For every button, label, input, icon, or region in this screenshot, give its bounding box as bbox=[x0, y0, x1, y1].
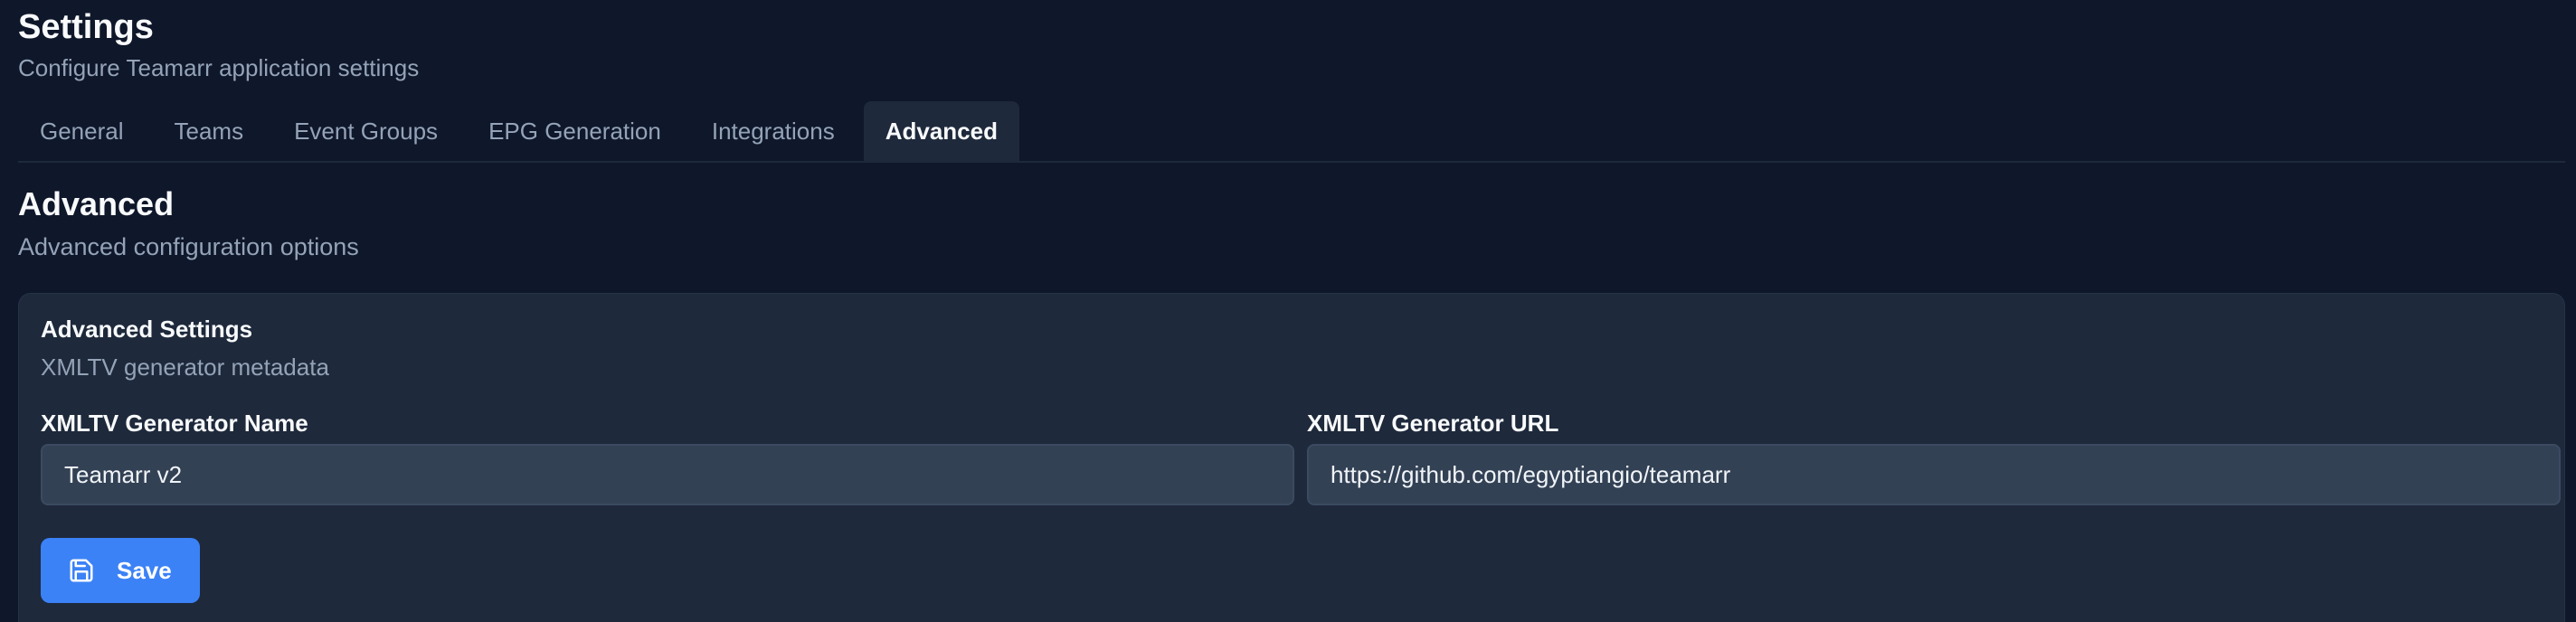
tab-general[interactable]: General bbox=[18, 101, 146, 161]
generator-url-input[interactable] bbox=[1307, 444, 2561, 505]
tab-advanced[interactable]: Advanced bbox=[863, 101, 1019, 161]
save-icon bbox=[68, 557, 95, 584]
generator-name-input[interactable] bbox=[41, 444, 1294, 505]
card-title: Advanced Settings bbox=[41, 316, 253, 343]
tab-event-groups[interactable]: Event Groups bbox=[272, 101, 459, 161]
generator-url-field: XMLTV Generator URL bbox=[1307, 408, 2561, 505]
settings-tabs: General Teams Event Groups EPG Generatio… bbox=[18, 101, 2565, 163]
save-button[interactable]: Save bbox=[41, 538, 200, 603]
page-subtitle: Configure Teamarr application settings bbox=[18, 54, 420, 81]
section-subtitle: Advanced configuration options bbox=[18, 233, 359, 260]
card-description: XMLTV generator metadata bbox=[41, 353, 329, 381]
page-title: Settings bbox=[18, 8, 154, 46]
generator-name-field: XMLTV Generator Name bbox=[41, 408, 1294, 505]
save-label: Save bbox=[117, 556, 172, 584]
generator-url-label: XMLTV Generator URL bbox=[1307, 410, 1559, 437]
advanced-settings-card: Advanced Settings XMLTV generator metada… bbox=[18, 293, 2565, 622]
generator-name-label: XMLTV Generator Name bbox=[41, 410, 308, 437]
section-title: Advanced bbox=[18, 185, 175, 222]
tab-epg-generation[interactable]: EPG Generation bbox=[467, 101, 683, 161]
tab-teams[interactable]: Teams bbox=[153, 101, 266, 161]
settings-page: Settings Configure Teamarr application s… bbox=[0, 0, 2576, 622]
tab-integrations[interactable]: Integrations bbox=[690, 101, 857, 161]
